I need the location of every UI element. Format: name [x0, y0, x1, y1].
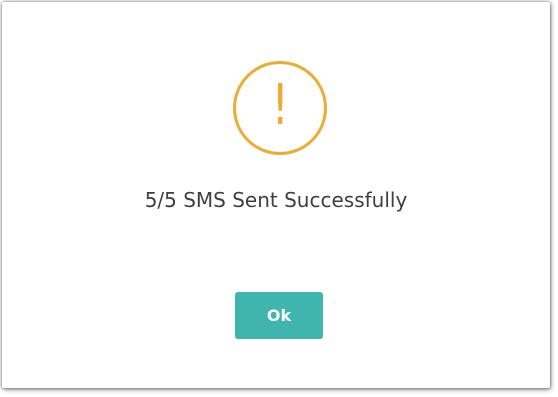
exclamation-icon: ! [271, 73, 289, 138]
alert-dialog: ! 5/5 SMS Sent Successfully Ok [2, 2, 550, 388]
ok-button[interactable]: Ok [235, 292, 323, 339]
warning-icon: ! [233, 61, 327, 155]
dialog-message: 5/5 SMS Sent Successfully [144, 188, 408, 212]
